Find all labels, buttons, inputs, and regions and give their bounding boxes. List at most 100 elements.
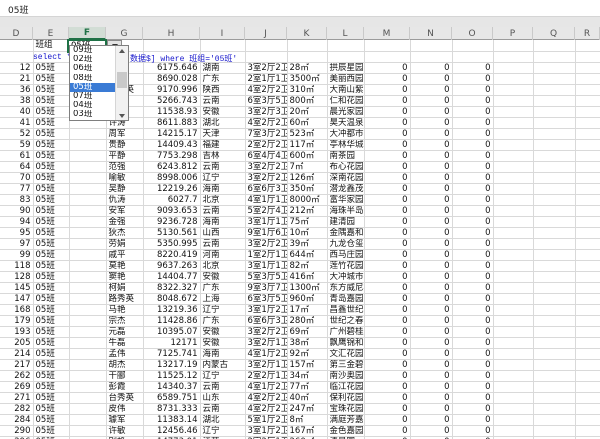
cell[interactable]: 05班 <box>33 304 70 316</box>
cell[interactable]: 0 <box>364 260 411 272</box>
cell[interactable]: 0 <box>452 106 494 118</box>
cell[interactable] <box>575 238 600 250</box>
cell[interactable]: 11525.12 <box>143 370 201 382</box>
cell[interactable]: 0 <box>410 216 453 228</box>
cell[interactable]: 12171 <box>143 337 201 349</box>
cell[interactable]: 昊天温泉家园 <box>327 117 365 129</box>
cell[interactable]: 05班 <box>33 62 70 74</box>
cell[interactable] <box>533 370 576 382</box>
cell[interactable]: 0 <box>364 326 411 338</box>
cell[interactable]: 6027.7 <box>143 194 201 206</box>
cell[interactable] <box>69 304 107 316</box>
cell[interactable] <box>575 326 600 338</box>
cell[interactable] <box>69 271 107 283</box>
cell[interactable] <box>69 194 107 206</box>
cell[interactable]: 深南花园 <box>327 172 365 184</box>
cell[interactable]: 2室2厅1卫 <box>245 370 288 382</box>
cell[interactable] <box>245 40 288 52</box>
cell[interactable]: 0 <box>452 315 494 327</box>
cell[interactable]: 60㎡ <box>287 117 328 129</box>
cell[interactable] <box>245 51 288 63</box>
column-header-O[interactable]: O <box>452 27 493 40</box>
cell[interactable] <box>575 150 600 162</box>
cell[interactable]: 0 <box>410 271 453 283</box>
cell[interactable]: 7753.298 <box>143 150 201 162</box>
column-header-Q[interactable]: Q <box>533 27 575 40</box>
cell[interactable]: 0 <box>364 216 411 228</box>
cell[interactable]: 0 <box>452 117 494 129</box>
cell[interactable]: 山西 <box>200 227 246 239</box>
cell[interactable]: 云南 <box>200 403 246 415</box>
cell[interactable]: 九龙仓玺园 <box>327 238 365 250</box>
cell[interactable]: 40 <box>0 106 34 118</box>
cell[interactable]: 5室1厅2卫 <box>245 414 288 426</box>
cell[interactable] <box>493 227 534 239</box>
cell[interactable]: 3室2厅3卫 <box>245 106 288 118</box>
cell[interactable]: 海南 <box>200 348 246 360</box>
cell[interactable]: 8611.883 <box>143 117 201 129</box>
cell[interactable]: 河南 <box>200 249 246 261</box>
cell[interactable]: 05班 <box>33 414 70 426</box>
cell[interactable]: 05班 <box>33 392 70 404</box>
cell[interactable]: 4室1厅1卫 <box>245 194 288 206</box>
dropdown-item-02班[interactable]: 02班 <box>70 55 115 64</box>
cell[interactable] <box>533 183 576 195</box>
cell[interactable]: 350㎡ <box>287 183 328 195</box>
cell[interactable] <box>69 216 107 228</box>
cell[interactable]: 窦艳 <box>106 271 144 283</box>
cell[interactable]: 7㎡ <box>287 161 328 173</box>
cell[interactable]: 文汇花园 <box>327 348 365 360</box>
cell[interactable]: 05班 <box>33 337 70 349</box>
cell[interactable]: 8048.672 <box>143 293 201 305</box>
cell[interactable]: 3室2厅2卫 <box>245 238 288 250</box>
cell[interactable]: 大冲都市花园 <box>327 128 365 140</box>
scroll-down-button[interactable] <box>116 111 128 120</box>
cell[interactable]: 6室4厅4卫 <box>245 150 288 162</box>
cell[interactable]: 262 <box>0 370 34 382</box>
cell[interactable] <box>452 51 494 63</box>
cell[interactable] <box>493 172 534 184</box>
cell[interactable]: 莲竹花园 <box>327 260 365 272</box>
cell[interactable]: 05班 <box>33 282 70 294</box>
cell[interactable]: 38㎡ <box>287 337 328 349</box>
cell[interactable]: 126㎡ <box>287 172 328 184</box>
cell[interactable] <box>533 359 576 371</box>
cell[interactable] <box>200 40 246 52</box>
cell[interactable]: 0 <box>364 227 411 239</box>
cell[interactable]: 41 <box>0 117 34 129</box>
cell[interactable]: 辽宁 <box>200 370 246 382</box>
cell[interactable]: 39㎡ <box>287 238 328 250</box>
cell[interactable]: 269 <box>0 381 34 393</box>
cell[interactable]: 山东 <box>200 392 246 404</box>
cell[interactable]: 金色嘉园 <box>327 425 365 437</box>
cell[interactable]: 飘鹰锦和花园 <box>327 337 365 349</box>
cell[interactable] <box>69 326 107 338</box>
cell[interactable]: 0 <box>364 84 411 96</box>
cell[interactable] <box>493 139 534 151</box>
cell[interactable]: 0 <box>452 172 494 184</box>
cell[interactable] <box>533 392 576 404</box>
cell[interactable] <box>410 51 453 63</box>
cell[interactable] <box>533 172 576 184</box>
cell[interactable]: 湖北 <box>200 414 246 426</box>
cell[interactable]: 77 <box>0 183 34 195</box>
cell[interactable] <box>410 40 453 52</box>
cell[interactable]: 8998.006 <box>143 172 201 184</box>
cell[interactable]: 0 <box>452 238 494 250</box>
cell[interactable]: 0 <box>364 150 411 162</box>
cell[interactable]: 05班 <box>33 381 70 393</box>
column-header-I[interactable]: I <box>200 27 245 40</box>
cell[interactable]: 4室1厅2卫 <box>245 381 288 393</box>
cell[interactable]: 0 <box>410 227 453 239</box>
cell[interactable] <box>533 238 576 250</box>
cell[interactable] <box>575 370 600 382</box>
column-header-M[interactable]: M <box>364 27 410 40</box>
cell[interactable]: 0 <box>410 293 453 305</box>
cell[interactable]: 11428.86 <box>143 315 201 327</box>
cell[interactable] <box>575 392 600 404</box>
cell[interactable] <box>575 403 600 415</box>
cell[interactable]: 干郦 <box>106 370 144 382</box>
cell[interactable]: 内蒙古 <box>200 359 246 371</box>
cell[interactable]: 416㎡ <box>287 271 328 283</box>
cell[interactable] <box>493 117 534 129</box>
